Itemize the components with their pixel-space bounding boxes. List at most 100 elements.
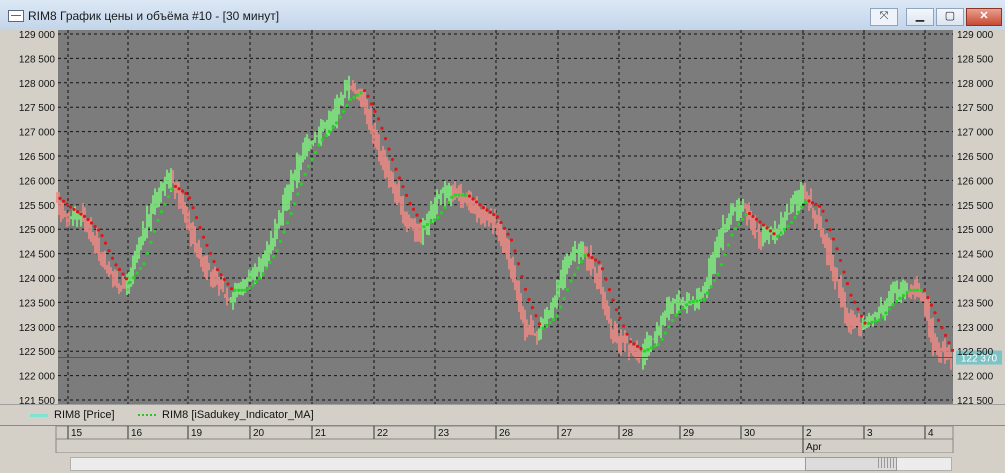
ma-point	[810, 201, 815, 205]
ma-point	[765, 226, 769, 230]
date-label: 3	[867, 428, 873, 439]
y-tick-label-left: 124 500	[19, 250, 56, 261]
ma-point	[359, 91, 363, 95]
ma-point	[352, 95, 356, 100]
ma-point	[450, 195, 454, 199]
ma-point	[674, 313, 678, 317]
ma-point	[541, 326, 545, 330]
ma-point	[590, 255, 594, 260]
ma-point	[100, 233, 104, 238]
pin-icon[interactable]: ⤧	[870, 8, 898, 26]
ma-point	[597, 260, 601, 264]
ma-point	[436, 215, 440, 220]
ma-point	[201, 235, 206, 239]
ma-point	[817, 204, 822, 208]
ma-point	[754, 217, 759, 221]
ma-point	[751, 214, 755, 218]
ma-point	[849, 293, 853, 297]
ma-point	[264, 266, 269, 270]
ma-point	[576, 266, 580, 270]
ma-point	[233, 288, 237, 292]
ma-point	[548, 320, 552, 325]
legend: RIM8 [Price] RIM8 [iSadukey_Indicator_MA…	[0, 404, 1005, 425]
legend-item-price: RIM8 [Price]	[30, 409, 115, 421]
ma-point	[411, 207, 416, 211]
y-tick-label-right: 124 000	[957, 274, 994, 285]
price-chart[interactable]: 122 370 129 000 129 000128 500 128 500128 …	[0, 30, 1005, 404]
date-label: 21	[315, 428, 327, 439]
ma-point	[831, 237, 836, 241]
maximize-button[interactable]: ▢	[936, 8, 964, 26]
date-label: 28	[622, 428, 634, 439]
ma-point	[572, 272, 577, 277]
y-tick-label-left: 126 500	[19, 152, 56, 163]
y-tick-label-left: 121 500	[19, 396, 56, 404]
ma-point	[716, 272, 720, 276]
scrollbar-grip-icon	[878, 458, 894, 468]
ma-point	[761, 223, 766, 227]
ma-point	[537, 322, 542, 326]
ma-point	[558, 305, 563, 309]
legend-swatch-price	[30, 413, 48, 417]
ma-point	[58, 196, 62, 200]
ma-point	[492, 212, 496, 217]
time-axis: 15 16 19 20 21 22 23 26 27 28 29 30 2 3 4 Apr	[0, 425, 1005, 454]
y-tick-label-left: 123 000	[19, 323, 56, 334]
y-tick-label-left: 129 000	[19, 30, 56, 41]
ma-point	[688, 300, 692, 304]
minimize-button[interactable]: ▁	[906, 8, 934, 26]
horizontal-scrollbar[interactable]	[0, 453, 1005, 473]
ma-point	[331, 125, 335, 130]
ma-point	[719, 262, 724, 267]
ma-point	[908, 288, 913, 292]
ma-point	[453, 193, 458, 197]
ma-point	[733, 226, 738, 231]
ma-point	[334, 121, 339, 125]
ma-point	[296, 192, 300, 196]
ma-point	[159, 210, 164, 214]
ma-point	[327, 129, 332, 134]
y-tick-label-left: 124 000	[19, 274, 56, 285]
ma-point	[75, 210, 80, 214]
ma-point	[82, 214, 87, 218]
ma-point	[355, 93, 360, 97]
ma-point	[443, 206, 447, 210]
ma-point	[184, 191, 188, 195]
ma-point	[912, 288, 916, 292]
ma-point	[366, 94, 370, 98]
y-tick-label-left: 122 000	[19, 372, 56, 383]
ma-point	[523, 287, 528, 291]
ma-point	[698, 298, 703, 303]
ma-point	[803, 200, 808, 204]
ma-point	[702, 297, 706, 302]
ma-point	[142, 262, 146, 266]
ma-point	[345, 103, 349, 108]
ma-point	[156, 218, 160, 222]
ma-point	[611, 298, 615, 302]
date-label: 22	[377, 428, 389, 439]
ma-point	[744, 213, 748, 217]
ma-point	[117, 267, 122, 272]
y-tick-label-right: 127 000	[957, 128, 994, 139]
date-label: 19	[191, 428, 203, 439]
ma-point	[72, 207, 76, 212]
ma-point	[835, 247, 839, 251]
ma-point	[807, 199, 811, 203]
ma-point	[478, 203, 482, 207]
y-tick-label-right: 123 500	[957, 298, 994, 309]
ma-point	[93, 224, 97, 229]
ma-point	[516, 262, 521, 266]
ma-point	[905, 290, 909, 295]
ma-point	[250, 283, 255, 287]
ma-point	[768, 229, 773, 233]
y-tick-label-right: 128 000	[957, 79, 994, 90]
ma-point	[138, 266, 143, 271]
close-button[interactable]: ✕	[966, 8, 1002, 26]
ma-point	[873, 319, 878, 323]
ma-point	[397, 176, 402, 180]
ma-point	[565, 288, 570, 292]
title-bar[interactable]: RIM8 График цены и объёма #10 - [30 мину…	[0, 0, 1005, 31]
y-tick-label-right: 122 500	[957, 347, 994, 358]
ma-point	[933, 311, 937, 315]
ma-point	[786, 224, 790, 228]
